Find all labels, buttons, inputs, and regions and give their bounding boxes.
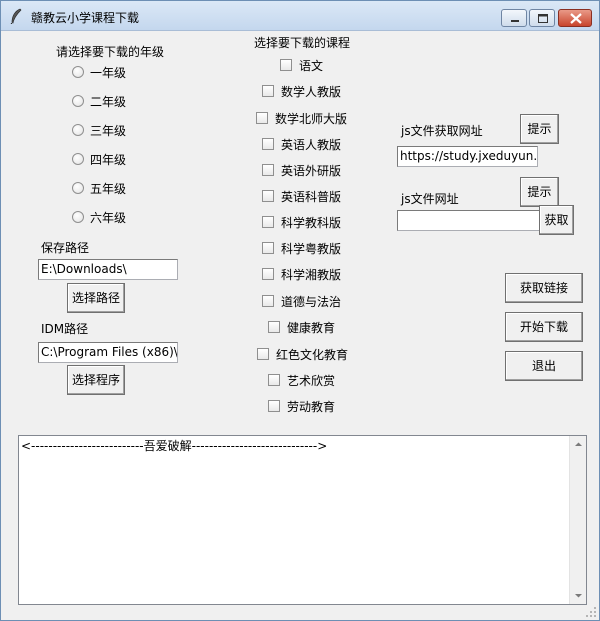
idm-path-input[interactable]: C:\Program Files (x86)\Ir: [38, 342, 178, 363]
checkbox-label: 健康教育: [287, 321, 336, 335]
save-path-label: 保存路径: [41, 241, 90, 255]
checkbox-label: 劳动教育: [287, 400, 336, 414]
checkbox-label: 科学粤教版: [281, 242, 342, 256]
checkbox-box[interactable]: [268, 374, 280, 386]
js-url-input[interactable]: https://study.jxeduyun.cc: [397, 146, 538, 167]
radio-label: 三年级: [90, 124, 127, 138]
radio-circle[interactable]: [72, 182, 84, 194]
close-button[interactable]: [558, 9, 592, 27]
checkbox-box[interactable]: [268, 400, 280, 412]
checkbox-box[interactable]: [262, 216, 274, 228]
start-download-button[interactable]: 开始下载: [505, 312, 583, 342]
scroll-up-icon[interactable]: [574, 440, 583, 449]
js-file-label: js文件网址: [401, 192, 459, 206]
checkbox-label: 红色文化教育: [276, 348, 349, 362]
checkbox-box[interactable]: [262, 164, 274, 176]
window-title: 赣教云小学课程下载: [31, 11, 140, 25]
js-file-hint-button[interactable]: 提示: [520, 177, 559, 207]
app-window: 赣教云小学课程下载 请选择要下载的年级 一年级 二年级 三年级 四年级 五年级 …: [0, 0, 600, 621]
checkbox-box[interactable]: [262, 85, 274, 97]
radio-circle[interactable]: [72, 95, 84, 107]
radio-circle[interactable]: [72, 153, 84, 165]
minimize-icon: [511, 20, 519, 22]
checkbox-label: 道德与法治: [281, 295, 342, 309]
checkbox-box[interactable]: [262, 268, 274, 280]
save-path-input[interactable]: E:\Downloads\: [38, 259, 178, 280]
checkbox-box[interactable]: [257, 348, 269, 360]
checkbox-label: 数学人教版: [281, 85, 342, 99]
radio-circle[interactable]: [72, 66, 84, 78]
minimize-button[interactable]: [501, 9, 527, 27]
checkbox-box[interactable]: [262, 242, 274, 254]
get-link-button[interactable]: 获取链接: [505, 273, 583, 303]
checkbox-box[interactable]: [262, 190, 274, 202]
checkbox-label: 科学湘教版: [281, 268, 342, 282]
log-text: <--------------------------吾爱破解---------…: [21, 439, 328, 453]
checkbox-box[interactable]: [262, 295, 274, 307]
checkbox-label: 英语外研版: [281, 164, 342, 178]
radio-circle[interactable]: [72, 124, 84, 136]
close-icon: [570, 13, 582, 24]
radio-label: 六年级: [90, 211, 127, 225]
radio-label: 五年级: [90, 182, 127, 196]
scroll-down-icon[interactable]: [574, 591, 583, 600]
js-file-input[interactable]: [397, 210, 540, 231]
log-textarea[interactable]: <--------------------------吾爱破解---------…: [18, 435, 587, 605]
js-url-label: js文件获取网址: [401, 124, 483, 138]
checkbox-label: 数学北师大版: [275, 112, 348, 126]
radio-label: 一年级: [90, 66, 127, 80]
exit-button[interactable]: 退出: [505, 351, 583, 381]
maximize-icon: [538, 14, 548, 23]
resize-grip-icon[interactable]: [585, 606, 597, 618]
grade-label: 请选择要下载的年级: [56, 45, 165, 59]
js-url-hint-button[interactable]: 提示: [520, 114, 559, 144]
radio-label: 四年级: [90, 153, 127, 167]
checkbox-box[interactable]: [262, 138, 274, 150]
checkbox-label: 英语人教版: [281, 138, 342, 152]
idm-path-label: IDM路径: [41, 322, 89, 336]
checkbox-label: 艺术欣赏: [287, 374, 336, 388]
checkbox-box[interactable]: [256, 112, 268, 124]
title-bar[interactable]: 赣教云小学课程下载: [1, 1, 599, 31]
radio-circle[interactable]: [72, 211, 84, 223]
radio-label: 二年级: [90, 95, 127, 109]
maximize-button[interactable]: [529, 9, 555, 27]
course-label: 选择要下载的课程: [254, 36, 351, 50]
checkbox-label: 科学教科版: [281, 216, 342, 230]
checkbox-label: 英语科普版: [281, 190, 342, 204]
fetch-button[interactable]: 获取: [539, 205, 574, 235]
feather-icon: [10, 8, 22, 24]
choose-path-button[interactable]: 选择路径: [67, 283, 125, 313]
checkbox-label: 语文: [299, 59, 324, 73]
checkbox-box[interactable]: [268, 321, 280, 333]
checkbox-box[interactable]: [280, 59, 292, 71]
log-scrollbar[interactable]: [569, 436, 586, 604]
choose-program-button[interactable]: 选择程序: [67, 365, 125, 395]
